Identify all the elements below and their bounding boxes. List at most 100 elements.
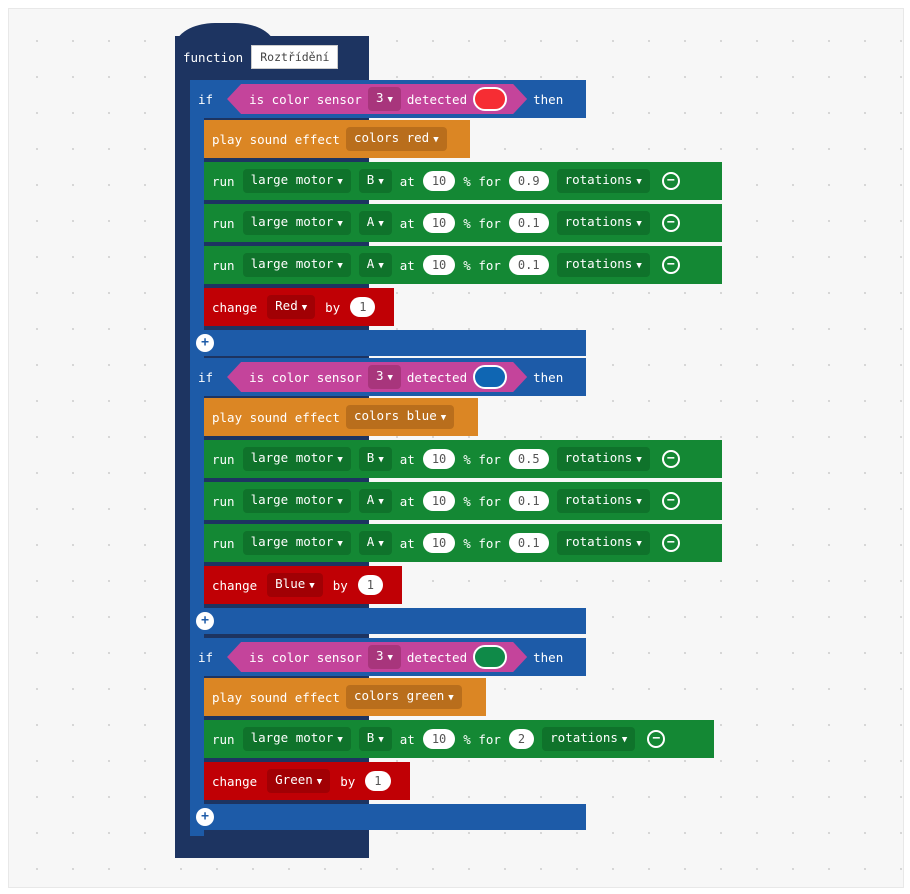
color-sensor-condition[interactable]: is color sensor 3 ▼ detected — [227, 642, 527, 672]
run-label: run — [212, 493, 235, 509]
speed-input[interactable]: 10 — [422, 491, 456, 511]
by-label: by — [332, 577, 348, 593]
plus-circle-icon[interactable]: + — [196, 334, 214, 352]
change-value-input[interactable]: 1 — [365, 771, 391, 791]
run-label: run — [212, 173, 235, 189]
run-motor-block[interactable]: run large motor ▼ A ▼ at 10% for 0.1 rotations ▼ − — [204, 524, 722, 562]
motor-type-dropdown[interactable]: large motor ▼ — [242, 253, 351, 277]
motor-type-dropdown[interactable]: large motor ▼ — [242, 447, 351, 471]
minus-circle-icon[interactable]: − — [661, 214, 680, 232]
change-variable-block[interactable]: change Blue ▼ by 1 — [204, 566, 402, 604]
sensor-port-dropdown[interactable]: 3 ▼ — [368, 645, 401, 669]
minus-circle-icon[interactable]: − — [647, 730, 666, 748]
minus-circle-icon[interactable]: − — [661, 172, 680, 190]
sensor-port-dropdown[interactable]: 3 ▼ — [368, 87, 401, 111]
run-motor-block[interactable]: run large motor ▼ A ▼ at 10% for 0.1 rotations ▼ − — [204, 246, 722, 284]
unit-dropdown[interactable]: rotations ▼ — [556, 447, 650, 471]
chevron-down-icon: ▼ — [337, 539, 343, 549]
unit-dropdown[interactable]: rotations ▼ — [556, 253, 650, 277]
amount-input[interactable]: 2 — [508, 729, 535, 749]
speed-input[interactable]: 10 — [422, 255, 456, 275]
run-motor-block[interactable]: run large motor ▼ A ▼ at 10% for 0.1 rotations ▼ − — [204, 204, 722, 242]
if-header[interactable]: if is color sensor 3 ▼ detected then — [190, 80, 586, 118]
amount-input[interactable]: 0.1 — [508, 213, 549, 233]
chevron-down-icon: ▼ — [433, 135, 439, 145]
by-label: by — [340, 773, 356, 789]
function-name-field[interactable]: Roztřídění — [251, 45, 339, 69]
color-sensor-condition[interactable]: is color sensor 3 ▼ detected — [227, 362, 527, 392]
motor-type-dropdown[interactable]: large motor ▼ — [242, 531, 351, 555]
chevron-down-icon: ▼ — [387, 95, 393, 105]
sound-effect-dropdown[interactable]: colors blue ▼ — [345, 405, 455, 429]
at-label: at — [399, 493, 415, 509]
at-label: at — [399, 215, 415, 231]
motor-port-dropdown[interactable]: A ▼ — [358, 211, 392, 235]
motor-type-dropdown[interactable]: large motor ▼ — [242, 169, 351, 193]
change-variable-block[interactable]: change Red ▼ by 1 — [204, 288, 394, 326]
motor-port-dropdown[interactable]: A ▼ — [358, 531, 392, 555]
change-variable-block[interactable]: change Green ▼ by 1 — [204, 762, 410, 800]
motor-type-dropdown[interactable]: large motor ▼ — [242, 727, 351, 751]
plus-circle-icon[interactable]: + — [196, 612, 214, 630]
if-header[interactable]: if is color sensor 3 ▼ detected then — [190, 358, 586, 396]
amount-input[interactable]: 0.1 — [508, 533, 549, 553]
variable-dropdown[interactable]: Red ▼ — [267, 295, 316, 319]
variable-dropdown[interactable]: Blue ▼ — [267, 573, 323, 597]
chevron-down-icon: ▼ — [636, 219, 642, 229]
minus-circle-icon[interactable]: − — [661, 450, 680, 468]
at-label: at — [399, 451, 415, 467]
amount-input[interactable]: 0.9 — [508, 171, 549, 191]
motor-port-dropdown[interactable]: A ▼ — [358, 489, 392, 513]
motor-port-dropdown[interactable]: B ▼ — [358, 447, 392, 471]
play-sound-block[interactable]: play sound effect colors red ▼ — [204, 120, 470, 158]
chevron-down-icon: ▼ — [337, 455, 343, 465]
unit-dropdown[interactable]: rotations ▼ — [556, 211, 650, 235]
speed-input[interactable]: 10 — [422, 171, 456, 191]
unit-dropdown[interactable]: rotations ▼ — [556, 169, 650, 193]
chevron-down-icon: ▼ — [378, 497, 384, 507]
plus-circle-icon[interactable]: + — [196, 808, 214, 826]
sensor-port-dropdown[interactable]: 3 ▼ — [368, 365, 401, 389]
minus-circle-icon[interactable]: − — [661, 256, 680, 274]
unit-dropdown[interactable]: rotations ▼ — [556, 531, 650, 555]
color-swatch[interactable] — [473, 365, 507, 389]
speed-input[interactable]: 10 — [422, 533, 456, 553]
if-header[interactable]: if is color sensor 3 ▼ detected then — [190, 638, 586, 676]
run-label: run — [212, 451, 235, 467]
motor-type-dropdown[interactable]: large motor ▼ — [242, 211, 351, 235]
amount-input[interactable]: 0.5 — [508, 449, 549, 469]
minus-circle-icon[interactable]: − — [661, 492, 680, 510]
color-swatch[interactable] — [473, 645, 507, 669]
change-label: change — [212, 577, 258, 593]
chevron-down-icon: ▼ — [440, 413, 447, 423]
motor-type-dropdown[interactable]: large motor ▼ — [242, 489, 351, 513]
motor-port-dropdown[interactable]: A ▼ — [358, 253, 392, 277]
speed-input[interactable]: 10 — [422, 729, 456, 749]
sound-effect-dropdown[interactable]: colors red ▼ — [345, 127, 447, 151]
function-keyword: function — [183, 49, 244, 65]
unit-dropdown[interactable]: rotations ▼ — [556, 489, 650, 513]
color-swatch[interactable] — [473, 87, 507, 111]
run-motor-block[interactable]: run large motor ▼ B ▼ at 10% for 0.5 rotations ▼ − — [204, 440, 722, 478]
unit-dropdown[interactable]: rotations ▼ — [542, 727, 636, 751]
run-label: run — [212, 215, 235, 231]
minus-circle-icon[interactable]: − — [661, 534, 680, 552]
run-motor-block[interactable]: run large motor ▼ B ▼ at 10% for 2 rotations ▼ − — [204, 720, 714, 758]
unit-dropdown-value: rotations — [550, 730, 618, 745]
speed-input[interactable]: 10 — [422, 213, 456, 233]
color-sensor-condition[interactable]: is color sensor 3 ▼ detected — [227, 84, 527, 114]
amount-input[interactable]: 0.1 — [508, 255, 549, 275]
change-value-input[interactable]: 1 — [350, 297, 376, 317]
speed-input[interactable]: 10 — [422, 449, 456, 469]
variable-dropdown[interactable]: Green ▼ — [267, 769, 331, 793]
amount-input[interactable]: 0.1 — [508, 491, 549, 511]
sound-effect-dropdown[interactable]: colors green ▼ — [345, 685, 462, 709]
play-sound-block[interactable]: play sound effect colors blue ▼ — [204, 398, 478, 436]
motor-port-dropdown[interactable]: B ▼ — [358, 169, 392, 193]
run-motor-block[interactable]: run large motor ▼ A ▼ at 10% for 0.1 rotations ▼ − — [204, 482, 722, 520]
play-sound-block[interactable]: play sound effect colors green ▼ — [204, 678, 486, 716]
run-motor-block[interactable]: run large motor ▼ B ▼ at 10% for 0.9 rotations ▼ − — [204, 162, 722, 200]
unit-dropdown-value: rotations — [564, 214, 633, 229]
change-value-input[interactable]: 1 — [357, 575, 383, 595]
motor-port-dropdown[interactable]: B ▼ — [358, 727, 392, 751]
